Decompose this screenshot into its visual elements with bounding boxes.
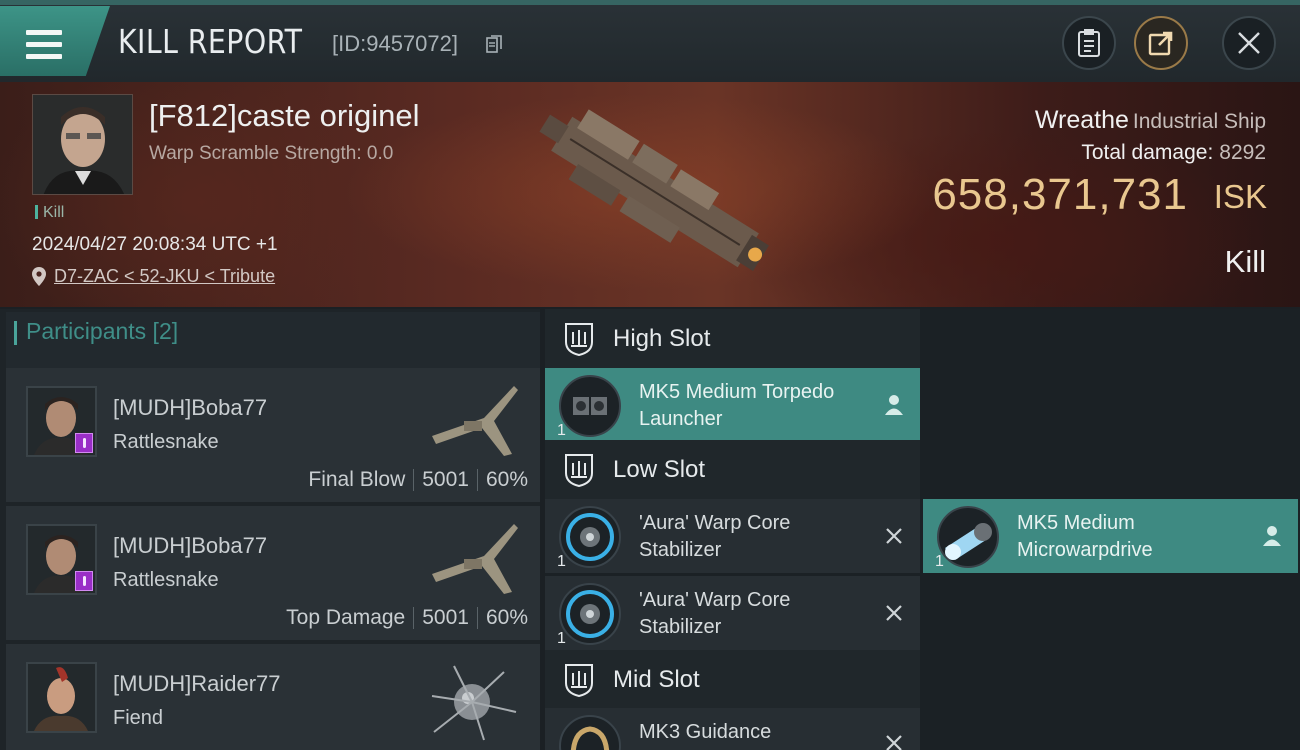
victim-ship-name[interactable]: Wreathe xyxy=(1035,106,1129,134)
corp-badge xyxy=(75,571,93,591)
participant-ship-image xyxy=(431,665,517,741)
module-card[interactable]: 1 MK5 Medium Microwarpdrive xyxy=(923,499,1298,573)
victim-name[interactable]: [F812]caste originel xyxy=(149,98,420,134)
close-icon xyxy=(1238,32,1260,54)
participant-row[interactable]: [MUDH]Boba77 Rattlesnake Final Blow 5001… xyxy=(6,368,540,502)
divider xyxy=(476,607,478,629)
slot-shield-icon xyxy=(565,323,593,356)
kill-type-tag: Kill xyxy=(35,204,64,222)
menu-icon xyxy=(26,30,62,60)
module-card[interactable]: 1 'Aura' Warp Core Stabilizer xyxy=(545,499,920,573)
header-bar: KILL REPORT [ID:9457072] xyxy=(0,0,1300,82)
avatar[interactable] xyxy=(26,524,97,595)
divider xyxy=(413,469,415,491)
clipboard-icon xyxy=(1078,29,1100,57)
participant-role: Top Damage xyxy=(286,606,406,629)
avatar[interactable] xyxy=(26,386,97,457)
kill-result: Kill xyxy=(1224,244,1266,279)
copy-icon[interactable] xyxy=(486,35,502,53)
low-slot-label: Low Slot xyxy=(613,456,706,483)
share-icon xyxy=(1148,31,1173,56)
participant-ship: Fiend xyxy=(113,707,164,729)
module-card[interactable]: 1 MK5 Medium Torpedo Launcher xyxy=(545,368,920,442)
participant-damage: 5001 xyxy=(422,468,469,491)
victim-ship-image xyxy=(539,109,769,271)
dropped-person-icon xyxy=(885,395,903,415)
divider xyxy=(413,607,415,629)
victim-avatar-image xyxy=(33,95,132,194)
module-quantity: 1 xyxy=(557,630,566,647)
module-name: 'Aura' Warp Core Stabilizer xyxy=(639,512,791,561)
module-quantity: 1 xyxy=(557,422,566,439)
location-pin-icon xyxy=(32,267,46,286)
module-name: 'Aura' Warp Core Stabilizer xyxy=(639,589,791,638)
low-slot-header: Low Slot xyxy=(545,440,920,499)
kill-timestamp: 2024/04/27 20:08:34 UTC +1 xyxy=(32,234,278,255)
destroyed-x-icon xyxy=(886,735,902,750)
isk-value: 658,371,731 xyxy=(932,170,1188,219)
clipboard-button[interactable] xyxy=(1062,16,1116,70)
slot-shield-icon xyxy=(565,664,593,697)
divider xyxy=(476,469,478,491)
participant-ship-image xyxy=(432,524,518,594)
destroyed-x-icon xyxy=(886,528,902,544)
victim-ship-class: Industrial Ship xyxy=(1132,110,1266,133)
participant-stats: Final Blow 5001 60% xyxy=(308,468,528,492)
kill-banner: [F812]caste originel Warp Scramble Stren… xyxy=(0,82,1300,307)
module-quantity: 1 xyxy=(935,553,944,570)
participants-title: Participants [2] xyxy=(13,318,179,345)
module-name: MK5 Medium Torpedo Launcher xyxy=(639,381,835,430)
participant-percent: 60% xyxy=(485,606,528,629)
warp-core-stabilizer-icon xyxy=(559,583,621,645)
module-name: MK3 Guidance xyxy=(639,721,772,743)
participant-damage: 5001 xyxy=(422,606,469,629)
total-damage-label: Total damage: xyxy=(1081,141,1214,164)
close-button[interactable] xyxy=(1222,16,1276,70)
share-button[interactable] xyxy=(1134,16,1188,70)
avatar[interactable] xyxy=(26,662,97,733)
location-link[interactable]: D7-ZAC < 52-JKU < Tribute xyxy=(32,266,275,287)
header-accent-line xyxy=(0,0,1300,5)
participant-ship: Rattlesnake xyxy=(113,431,219,453)
warp-scramble-strength: Warp Scramble Strength: 0.0 xyxy=(149,143,394,164)
total-damage: Total damage: 8292 xyxy=(1081,141,1266,165)
warp-core-stabilizer-icon xyxy=(559,506,621,568)
participant-name[interactable]: [MUDH]Boba77 xyxy=(113,395,267,421)
module-card[interactable]: 1 'Aura' Warp Core Stabilizer xyxy=(545,576,920,650)
participant-role: Final Blow xyxy=(308,468,406,491)
victim-ship-title: Wreathe Industrial Ship xyxy=(1035,106,1266,135)
guidance-computer-icon xyxy=(559,715,621,750)
participant-name[interactable]: [MUDH]Raider77 xyxy=(113,671,281,697)
participant-name[interactable]: [MUDH]Boba77 xyxy=(113,533,267,559)
corp-badge xyxy=(75,433,93,453)
menu-button[interactable] xyxy=(0,6,110,76)
module-quantity: 1 xyxy=(557,553,566,570)
high-slot-header: High Slot xyxy=(545,309,920,368)
participant-avatar-image xyxy=(28,664,95,731)
destroyed-x-icon xyxy=(886,605,902,621)
participant-row[interactable]: [MUDH]Raider77 Fiend xyxy=(6,644,540,750)
microwarpdrive-icon xyxy=(937,506,999,568)
location-text[interactable]: D7-ZAC < 52-JKU < Tribute xyxy=(54,266,275,287)
participant-row[interactable]: [MUDH]Boba77 Rattlesnake Top Damage 5001… xyxy=(6,506,540,640)
mid-slot-header: Mid Slot xyxy=(545,650,920,709)
module-card[interactable]: MK3 Guidance xyxy=(545,708,920,750)
participant-percent: 60% xyxy=(485,468,528,491)
participant-ship-image xyxy=(432,386,518,456)
participant-ship: Rattlesnake xyxy=(113,569,219,591)
participant-stats: Top Damage 5001 60% xyxy=(286,606,528,630)
slot-shield-icon xyxy=(565,454,593,487)
report-id: [ID:9457072] xyxy=(332,31,458,56)
isk-unit: ISK xyxy=(1213,178,1267,215)
page-title: KILL REPORT xyxy=(118,22,303,61)
mid-slot-label: Mid Slot xyxy=(613,666,700,693)
dropped-person-icon xyxy=(1263,526,1281,546)
high-slot-label: High Slot xyxy=(613,325,711,352)
module-name: MK5 Medium Microwarpdrive xyxy=(1017,512,1153,561)
total-damage-value: 8292 xyxy=(1219,141,1266,164)
victim-portrait[interactable] xyxy=(32,94,133,195)
torpedo-launcher-icon xyxy=(559,375,621,437)
